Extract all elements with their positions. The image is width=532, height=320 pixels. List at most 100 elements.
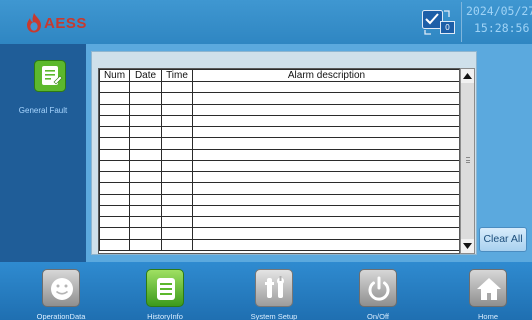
table-row[interactable] bbox=[99, 182, 459, 195]
table-row[interactable] bbox=[99, 92, 459, 105]
nav-label-history-info: HistoryInfo bbox=[147, 312, 183, 320]
flame-icon bbox=[27, 13, 41, 33]
table-cell bbox=[99, 125, 130, 139]
left-panel: General Fault bbox=[0, 44, 86, 262]
table-cell bbox=[99, 215, 130, 229]
status-count-badge: 0 bbox=[440, 21, 455, 34]
table-cell bbox=[192, 114, 459, 128]
nav-on-off[interactable]: On/Off bbox=[333, 262, 423, 320]
table-row[interactable] bbox=[99, 227, 459, 240]
table-row[interactable] bbox=[99, 114, 459, 128]
arrow-down-icon bbox=[463, 243, 472, 249]
table-cell bbox=[99, 103, 130, 116]
table-cell bbox=[161, 238, 193, 251]
table-cell bbox=[99, 92, 130, 105]
nav-operation-data[interactable]: OperationData bbox=[16, 262, 106, 320]
scroll-down-button[interactable] bbox=[461, 239, 474, 253]
nav-system-setup[interactable]: System Setup bbox=[229, 262, 319, 320]
table-row[interactable] bbox=[99, 215, 459, 229]
table-cell bbox=[129, 238, 162, 251]
table-cell bbox=[192, 137, 459, 150]
table-cell bbox=[161, 148, 193, 161]
table-cell bbox=[192, 103, 459, 116]
table-cell bbox=[129, 92, 162, 105]
nav-label-operation-data: OperationData bbox=[36, 312, 86, 320]
table-cell bbox=[161, 193, 193, 206]
col-alarm-description-header: Alarm description bbox=[192, 69, 459, 82]
table-scrollbar[interactable] bbox=[460, 68, 475, 254]
table-row[interactable] bbox=[99, 103, 459, 116]
col-time-header: Time bbox=[161, 69, 193, 82]
table-cell bbox=[129, 125, 162, 139]
tools-icon bbox=[255, 269, 293, 307]
table-cell bbox=[99, 182, 130, 195]
alarm-table[interactable]: Num Date Time Alarm description bbox=[98, 68, 460, 254]
table-cell bbox=[192, 215, 459, 229]
table-cell bbox=[99, 227, 130, 240]
table-row[interactable] bbox=[99, 80, 459, 94]
table-cell bbox=[192, 182, 459, 195]
table-row[interactable] bbox=[99, 137, 459, 150]
status-indicator[interactable]: 0 bbox=[422, 8, 456, 36]
table-cell bbox=[99, 114, 130, 128]
table-cell bbox=[161, 182, 193, 195]
table-cell bbox=[99, 80, 130, 94]
table-cell bbox=[99, 204, 130, 218]
table-cell bbox=[129, 159, 162, 173]
table-cell bbox=[129, 215, 162, 229]
header-divider bbox=[461, 2, 462, 42]
logo-text: AESS bbox=[44, 14, 87, 32]
table-cell bbox=[99, 159, 130, 173]
table-row[interactable] bbox=[99, 193, 459, 206]
nav-label-system-setup: System Setup bbox=[250, 312, 298, 320]
table-cell bbox=[161, 114, 193, 128]
table-row[interactable] bbox=[99, 204, 459, 218]
table-cell bbox=[129, 182, 162, 195]
table-row[interactable] bbox=[99, 148, 459, 161]
table-cell bbox=[99, 170, 130, 184]
brand-logo: AESS bbox=[26, 12, 87, 34]
general-fault-label: General Fault bbox=[18, 106, 68, 115]
table-row[interactable] bbox=[99, 238, 459, 251]
table-cell bbox=[129, 148, 162, 161]
nav-label-on-off: On/Off bbox=[367, 312, 389, 320]
col-date-header: Date bbox=[129, 69, 162, 82]
table-row[interactable] bbox=[99, 125, 459, 139]
table-cell bbox=[192, 80, 459, 94]
table-header-row: Num Date Time Alarm description bbox=[99, 69, 459, 82]
table-cell bbox=[129, 114, 162, 128]
table-cell bbox=[161, 80, 193, 94]
scroll-grip[interactable] bbox=[466, 157, 470, 163]
general-fault-button[interactable] bbox=[34, 60, 66, 92]
table-cell bbox=[192, 148, 459, 161]
table-cell bbox=[161, 204, 193, 218]
table-cell bbox=[161, 137, 193, 150]
table-cell bbox=[129, 204, 162, 218]
table-cell bbox=[161, 170, 193, 184]
table-cell bbox=[129, 193, 162, 206]
header-bar: AESS 0 2024/05/27 15:28:56 bbox=[0, 0, 532, 44]
alarm-table-panel: Num Date Time Alarm description bbox=[91, 51, 477, 255]
table-cell bbox=[192, 238, 459, 251]
table-cell bbox=[192, 92, 459, 105]
table-row[interactable] bbox=[99, 170, 459, 184]
arrow-up-icon bbox=[463, 73, 472, 79]
table-cell bbox=[192, 159, 459, 173]
clear-all-button[interactable]: Clear All bbox=[479, 227, 527, 252]
table-cell bbox=[99, 193, 130, 206]
scroll-up-button[interactable] bbox=[461, 69, 474, 83]
table-cell bbox=[161, 103, 193, 116]
clock-time: 15:28:56 bbox=[474, 21, 530, 35]
nav-history-info[interactable]: HistoryInfo bbox=[120, 262, 210, 320]
main-area: Num Date Time Alarm description Clear Al… bbox=[86, 44, 532, 262]
table-cell bbox=[161, 159, 193, 173]
table-cell bbox=[192, 125, 459, 139]
clock: 2024/05/27 15:28:56 bbox=[466, 3, 532, 37]
table-cell bbox=[161, 92, 193, 105]
nav-home[interactable]: Home bbox=[443, 262, 532, 320]
document-icon bbox=[146, 269, 184, 307]
power-icon bbox=[359, 269, 397, 307]
table-cell bbox=[129, 103, 162, 116]
table-cell bbox=[161, 227, 193, 240]
table-row[interactable] bbox=[99, 159, 459, 173]
